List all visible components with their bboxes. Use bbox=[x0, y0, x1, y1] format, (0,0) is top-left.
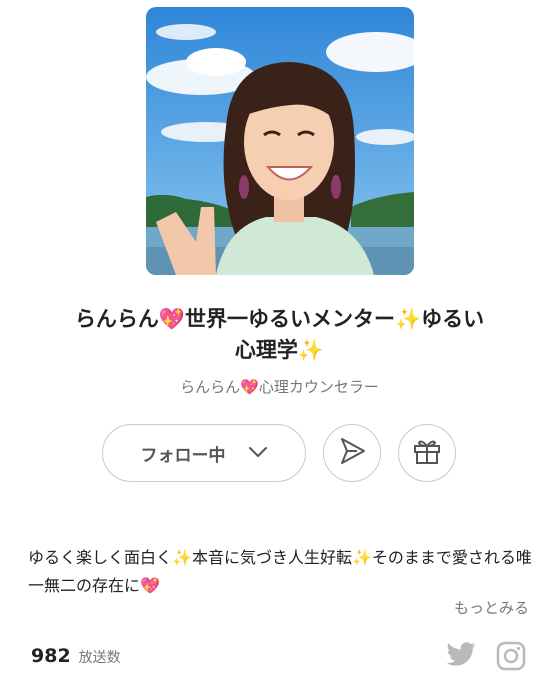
channel-subtitle[interactable]: らんらん💖心理カウンセラー bbox=[0, 376, 559, 397]
show-more-link[interactable]: もっとみる bbox=[454, 597, 529, 618]
subtitle-role: 心理カウンセラー bbox=[258, 378, 379, 396]
title-text-1: らんらん bbox=[74, 307, 159, 331]
channel-description: ゆるく楽しく面白く✨本音に気づき人生好転✨そのままで愛される唯一無二の存在に💖 bbox=[28, 544, 533, 600]
twitter-icon[interactable] bbox=[445, 641, 477, 673]
description-text-1: ゆるく楽しく面白く bbox=[28, 548, 173, 567]
description-text-2: 本音に気づき人生好転 bbox=[191, 548, 352, 567]
broadcast-count-value: 982 bbox=[31, 645, 71, 667]
profile-cover-image bbox=[146, 7, 414, 275]
share-button[interactable] bbox=[323, 424, 381, 482]
sparkles-icon: ✨ bbox=[395, 307, 422, 331]
send-icon bbox=[337, 436, 367, 470]
broadcast-count-label: 放送数 bbox=[78, 650, 121, 666]
title-text-4: 心理学 bbox=[234, 338, 298, 362]
sparkles-icon: ✨ bbox=[351, 548, 372, 567]
sparkling-heart-icon: 💖 bbox=[240, 378, 259, 396]
sparkles-icon: ✨ bbox=[297, 338, 325, 362]
title-text-2: 世界一ゆるいメンター bbox=[185, 307, 395, 331]
broadcast-count: 982 放送数 bbox=[31, 645, 121, 667]
instagram-icon[interactable] bbox=[496, 641, 526, 675]
title-text-3: ゆるい bbox=[421, 307, 485, 331]
channel-title: らんらん💖世界一ゆるいメンター✨ゆるい 心理学✨ bbox=[20, 304, 539, 366]
gift-button[interactable] bbox=[398, 424, 456, 482]
sparkling-heart-icon: 💖 bbox=[158, 307, 185, 331]
subtitle-name: らんらん bbox=[180, 378, 241, 396]
sparkles-icon: ✨ bbox=[172, 548, 192, 567]
following-button[interactable]: フォロー中 bbox=[102, 424, 306, 482]
chevron-down-icon bbox=[248, 443, 268, 463]
sparkling-heart-icon: 💖 bbox=[140, 576, 160, 595]
gift-icon bbox=[412, 436, 442, 470]
follow-label: フォロー中 bbox=[140, 445, 226, 466]
